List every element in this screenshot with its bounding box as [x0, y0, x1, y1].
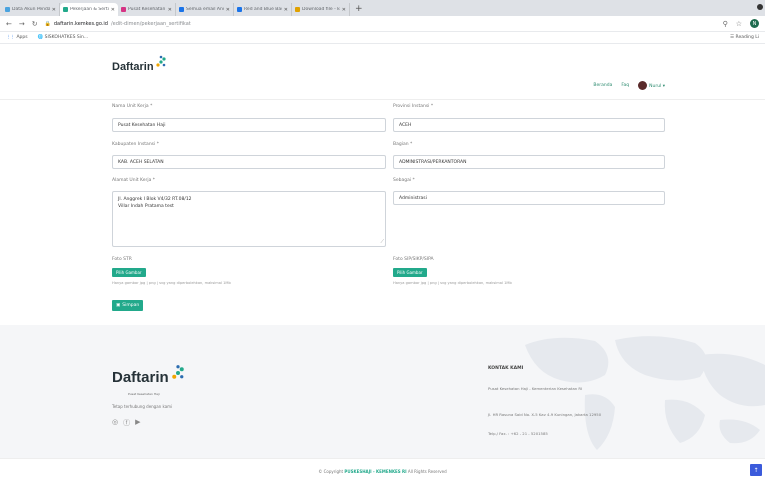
tab-title: Pusat Kesehatan Haji Kem — [128, 7, 166, 12]
simpan-button[interactable]: ▣ Simpan — [112, 300, 144, 311]
lock-icon: 🔒 — [44, 20, 51, 27]
browser-tab[interactable]: Download file - konversi✕ — [292, 3, 350, 16]
nama-unit-kerja-input[interactable]: Pusat Kesehatan Haji — [112, 118, 386, 132]
pilih-gambar-sip-button[interactable]: Pilih Gambar — [393, 268, 427, 277]
forward-icon[interactable]: → — [19, 20, 25, 28]
url-input[interactable]: 🔒 daftarin.kemkes.go.id/edit-dimen/peker… — [45, 21, 716, 27]
logo-mark-icon — [155, 55, 166, 67]
tab-close-icon[interactable]: ✕ — [52, 7, 56, 13]
tab-close-icon[interactable]: ✕ — [226, 7, 230, 13]
url-path: /edit-dimen/pekerjaan_sertifikat — [110, 20, 191, 27]
label-foto-str: Foto STR — [112, 257, 132, 262]
social-links: ◎ ⓕ ▶ — [112, 418, 141, 428]
footer-description: Tetap terhubung dengan kami — [112, 404, 173, 409]
bookmark-apps[interactable]: ⋮⋮ Apps — [6, 35, 28, 40]
browser-tab[interactable]: Pusat Kesehatan Haji Kem✕ — [118, 3, 176, 16]
copyright-text: © Copyright PUSKESHAJI - KEMENKES RI All… — [318, 469, 447, 474]
youtube-icon[interactable]: ▶ — [135, 418, 140, 428]
work-form: Nama Unit Kerja * Pusat Kesehatan Haji P… — [0, 100, 765, 325]
tab-favicon-icon — [237, 7, 242, 12]
copyright-bar: © Copyright PUSKESHAJI - KEMENKES RI All… — [0, 458, 765, 483]
tab-favicon-icon — [5, 7, 10, 12]
tab-title: Semua email Anda - Can — [186, 7, 224, 12]
kabupaten-select[interactable]: KAB. ACEH SELATAN — [112, 155, 386, 169]
reading-list[interactable]: ☰ Reading Li — [730, 35, 759, 40]
tab-favicon-icon — [179, 7, 184, 12]
pilih-gambar-str-button[interactable]: Pilih Gambar — [112, 268, 146, 277]
alamat-textarea[interactable]: Jl. Anggrek I Blok V4/32 RT.08/12 Villar… — [112, 191, 386, 247]
tab-title: Pekerjaan & Sertifikat - Da — [70, 7, 109, 12]
hint-foto-sip: Hanya gambar jpg | png | svg yang diperb… — [393, 281, 512, 285]
reading-list-icon: ☰ — [730, 35, 735, 40]
provinsi-select[interactable]: ACEH — [393, 118, 665, 132]
site-header: Daftarin Beranda Faq Nurul ▾ — [0, 44, 765, 100]
nav-faq[interactable]: Faq — [621, 83, 629, 88]
tab-close-icon[interactable]: ✕ — [111, 7, 115, 13]
browser-tab-active[interactable]: Pekerjaan & Sertifikat - Da✕ — [60, 3, 118, 16]
avatar — [638, 81, 648, 90]
browser-menu-dot-icon[interactable] — [757, 4, 763, 10]
kontak-phone: Telp./ Fax. : +62 - 21 - 5201585 — [488, 431, 548, 436]
back-to-top-button[interactable]: ↑ — [750, 464, 762, 476]
tab-favicon-icon — [63, 7, 68, 12]
tab-favicon-icon — [295, 7, 300, 12]
tab-favicon-icon — [121, 7, 126, 12]
label-sebagai: Sebagai * — [393, 178, 415, 183]
header-nav: Beranda Faq Nurul ▾ — [593, 81, 665, 90]
label-provinsi: Provinsi Instansi * — [393, 104, 434, 109]
label-alamat: Alamat Unit Kerja * — [112, 178, 156, 183]
new-tab-button[interactable]: + — [350, 4, 368, 16]
save-icon: ▣ — [116, 303, 121, 308]
tab-title: Download file - konversi — [302, 7, 340, 12]
browser-tab[interactable]: Data Akun Pendaftar - Dar✕ — [2, 3, 60, 16]
footer-logo[interactable]: Daftarin — [112, 363, 186, 386]
hint-foto-str: Hanya gambar jpg | png | svg yang diperb… — [112, 281, 231, 285]
browser-tab[interactable]: Red and Blue Basketball Il✕ — [234, 3, 292, 16]
bookmarks-bar: ⋮⋮ Apps 🌐 SISKOHATKES Sin... ☰ Reading L… — [0, 32, 765, 44]
globe-icon: 🌐 — [37, 35, 44, 40]
back-icon[interactable]: ← — [6, 20, 12, 28]
zoom-icon[interactable]: ⚲ — [723, 20, 728, 28]
nav-beranda[interactable]: Beranda — [593, 83, 612, 88]
footer-logo-subtitle: Pusat Kesehatan Haji — [128, 392, 160, 396]
facebook-icon[interactable]: ⓕ — [123, 418, 130, 428]
apps-grid-icon: ⋮⋮ — [6, 35, 15, 40]
chevron-down-icon: ▾ — [662, 84, 665, 89]
logo-text: Daftarin — [112, 61, 154, 73]
label-foto-sip: Foto SIP/SIKP/SIPA — [393, 257, 434, 262]
site-footer: Daftarin Pusat Kesehatan Haji Tetap terh… — [0, 325, 765, 458]
user-menu[interactable]: Nurul ▾ — [638, 81, 665, 90]
tab-title: Red and Blue Basketball Il — [244, 7, 282, 12]
browser-tab-bar: Data Akun Pendaftar - Dar✕ Pekerjaan & S… — [0, 0, 765, 16]
bookmark-siskohatkes[interactable]: 🌐 SISKOHATKES Sin... — [38, 35, 89, 40]
profile-avatar[interactable]: N — [750, 19, 759, 28]
kontak-org: Pusat Kesehatan Haji - Kementerian Keseh… — [488, 386, 583, 391]
arrow-up-icon: ↑ — [753, 466, 759, 474]
address-bar-row: ← → ↻ 🔒 daftarin.kemkes.go.id/edit-dimen… — [0, 16, 765, 32]
sebagai-select[interactable]: Administrasi — [393, 191, 665, 205]
browser-tab[interactable]: Semua email Anda - Can✕ — [176, 3, 234, 16]
kontak-address: Jl. HR Rasuna Said No. X-5 Kav 4-9 Kunin… — [488, 412, 602, 417]
star-icon[interactable]: ☆ — [736, 20, 742, 28]
reload-icon[interactable]: ↻ — [32, 20, 38, 28]
tab-close-icon[interactable]: ✕ — [168, 7, 172, 13]
copyright-org: PUSKESHAJI - KEMENKES RI — [344, 469, 407, 474]
footer-logo-text: Daftarin — [112, 369, 169, 386]
logo-mark-icon — [171, 365, 184, 379]
label-kabupaten: Kabupaten Instansi * — [112, 142, 159, 147]
tab-close-icon[interactable]: ✕ — [284, 7, 288, 13]
url-host: daftarin.kemkes.go.id — [53, 20, 108, 27]
label-bagian: Bagian * — [393, 142, 413, 147]
world-map-background — [525, 336, 765, 450]
tab-close-icon[interactable]: ✕ — [342, 7, 346, 13]
resize-grip-icon[interactable]: ⟋ — [380, 239, 384, 246]
alamat-line-2: Villar Indah Pratama test — [118, 203, 174, 209]
bagian-select[interactable]: ADMINISTRASI/PERKANTORAN — [393, 155, 665, 169]
kontak-title: KONTAK KAMI — [488, 366, 524, 371]
label-nama-unit-kerja: Nama Unit Kerja * — [112, 104, 153, 109]
instagram-icon[interactable]: ◎ — [112, 418, 118, 428]
site-logo[interactable]: Daftarin — [112, 54, 167, 73]
tab-title: Data Akun Pendaftar - Dar — [12, 7, 50, 12]
